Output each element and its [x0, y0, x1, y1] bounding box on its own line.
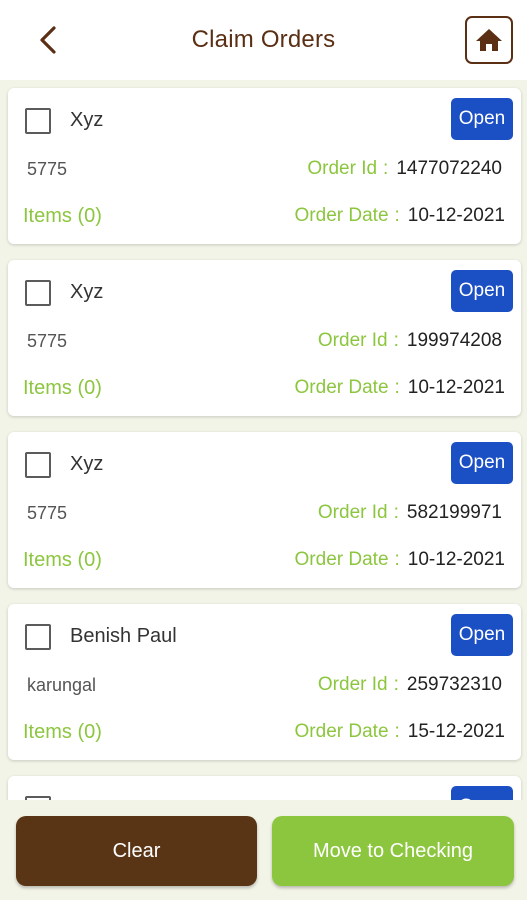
order-id-colon: :	[393, 502, 399, 523]
order-date-row: Order Date:10-12-2021	[295, 549, 505, 571]
order-checkbox[interactable]	[25, 280, 51, 306]
clear-button[interactable]: Clear	[16, 816, 257, 886]
order-card[interactable]: Benish Paul Open karungal Order Id:25973…	[8, 604, 521, 760]
customer-name: Xyz	[70, 453, 104, 475]
order-id-label: Order Id	[317, 674, 388, 695]
order-card[interactable]: Xyz Open 5775 Order Id:1477072240 Items …	[8, 88, 521, 244]
order-date-label: Order Date	[294, 205, 389, 226]
order-date-value: 10-12-2021	[407, 549, 505, 570]
app-header: Claim Orders	[0, 0, 527, 80]
customer-code: karungal	[27, 675, 97, 695]
order-id-label: Order Id	[317, 330, 388, 351]
order-id-row: Order Id:582199971	[318, 502, 502, 524]
items-link[interactable]: Items (0)	[23, 205, 102, 228]
order-date-value: 10-12-2021	[407, 205, 505, 226]
home-button[interactable]	[465, 16, 513, 64]
order-id-label: Order Id	[317, 502, 388, 523]
action-footer: Clear Move to Checking	[0, 800, 527, 900]
status-badge[interactable]: Open	[451, 614, 513, 656]
order-date-colon: :	[394, 205, 400, 226]
order-id-value: 1477072240	[396, 158, 502, 179]
order-date-row: Order Date:15-12-2021	[295, 721, 505, 743]
status-badge[interactable]: Open	[451, 270, 513, 312]
order-date-colon: :	[394, 377, 400, 398]
order-checkbox[interactable]	[25, 108, 51, 134]
customer-code: 5775	[27, 331, 68, 351]
order-id-colon: :	[393, 674, 399, 695]
order-date-label: Order Date	[294, 721, 389, 742]
order-id-row: Order Id:199974208	[318, 330, 502, 352]
status-badge[interactable]: Open	[451, 98, 513, 140]
items-link[interactable]: Items (0)	[23, 549, 102, 572]
order-checkbox[interactable]	[25, 452, 51, 478]
order-date-colon: :	[394, 721, 400, 742]
customer-code: 5775	[27, 503, 68, 523]
order-date-row: Order Date:10-12-2021	[295, 377, 505, 399]
status-badge[interactable]: Open	[451, 442, 513, 484]
order-date-row: Order Date:10-12-2021	[295, 205, 505, 227]
order-checkbox[interactable]	[25, 624, 51, 650]
order-id-row: Order Id:259732310	[318, 674, 502, 696]
order-date-value: 10-12-2021	[407, 377, 505, 398]
customer-name: Benish Paul	[70, 625, 177, 647]
customer-name: Xyz	[70, 281, 104, 303]
order-id-value: 199974208	[406, 330, 502, 351]
customer-name: Xyz	[70, 109, 104, 131]
move-to-checking-button[interactable]: Move to Checking	[272, 816, 514, 886]
status-badge[interactable]: Open	[451, 786, 513, 800]
order-id-value: 259732310	[406, 674, 502, 695]
order-list[interactable]: Xyz Open 5775 Order Id:1477072240 Items …	[0, 80, 527, 800]
items-link[interactable]: Items (0)	[23, 377, 102, 400]
order-date-colon: :	[394, 549, 400, 570]
order-id-label: Order Id	[307, 158, 378, 179]
order-date-label: Order Date	[294, 377, 389, 398]
order-card-partial[interactable]: Open	[8, 776, 521, 800]
order-card[interactable]: Xyz Open 5775 Order Id:199974208 Items (…	[8, 260, 521, 416]
page-title: Claim Orders	[191, 26, 336, 53]
items-link[interactable]: Items (0)	[23, 721, 102, 744]
order-id-row: Order Id:1477072240	[307, 158, 502, 180]
back-button[interactable]	[30, 20, 66, 60]
home-icon	[476, 29, 502, 51]
chevron-left-icon	[40, 26, 56, 54]
order-date-label: Order Date	[294, 549, 389, 570]
order-id-colon: :	[393, 330, 399, 351]
order-card[interactable]: Xyz Open 5775 Order Id:582199971 Items (…	[8, 432, 521, 588]
order-id-colon: :	[383, 158, 389, 179]
order-id-value: 582199971	[406, 502, 502, 523]
customer-code: 5775	[27, 159, 68, 179]
order-date-value: 15-12-2021	[407, 721, 505, 742]
